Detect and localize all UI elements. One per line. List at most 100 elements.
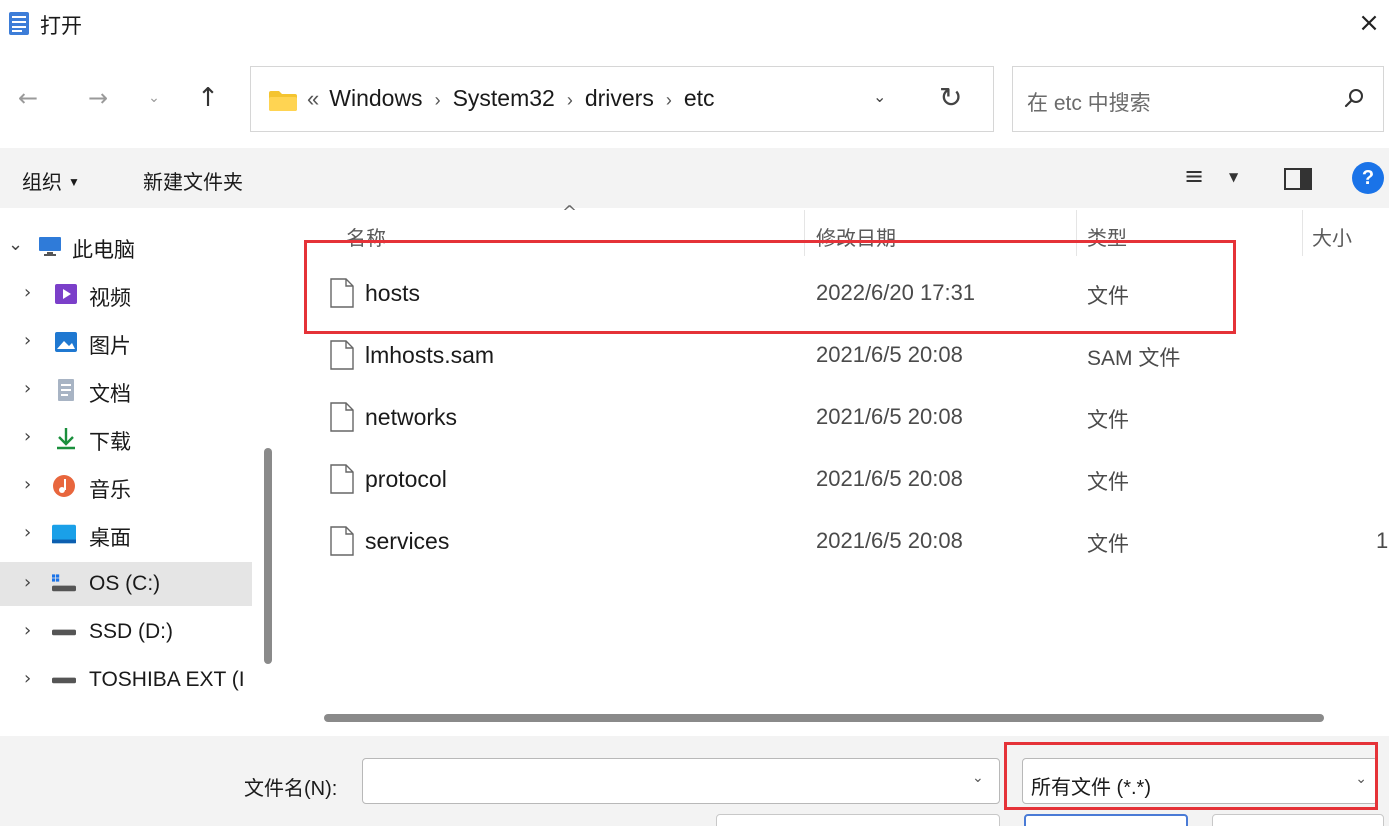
sidebar-item-label: 视频 <box>89 287 131 310</box>
chevron-right-icon[interactable]: › <box>435 90 441 111</box>
music-icon <box>53 475 75 497</box>
search-input[interactable]: 在 etc 中搜索 <box>1012 66 1384 132</box>
breadcrumb-system32[interactable]: System32 <box>453 85 555 112</box>
refresh-icon[interactable]: ↻ <box>939 81 962 114</box>
address-bar[interactable]: « Windows › System32 › drivers › etc ⌄ ↻ <box>250 66 994 132</box>
sidebar-item-ssd-d[interactable]: › SSD (D:) <box>0 610 256 654</box>
notepad-icon <box>9 12 29 35</box>
file-type: 文件 <box>1087 409 1129 432</box>
sidebar-scrollbar-thumb[interactable] <box>264 448 272 664</box>
highlight-box <box>304 240 1236 334</box>
file-size: 1 <box>1376 528 1389 553</box>
breadcrumb-overflow[interactable]: « <box>307 86 319 112</box>
sidebar-item-videos[interactable]: › 视频 <box>0 272 256 316</box>
sort-ascending-icon: ^ <box>562 202 578 223</box>
sidebar-item-documents[interactable]: › 文档 <box>0 368 256 412</box>
sidebar-item-label: OS (C:) <box>89 572 161 595</box>
chevron-right-icon[interactable]: › <box>24 378 31 399</box>
file-modified: 2021/6/5 20:08 <box>816 342 963 367</box>
navigation-pane: ⌄ 此电脑 › 视频 › 图片 › 文档 › 下载 › 音乐 › 桌面 › OS… <box>0 210 256 736</box>
view-options-icon[interactable]: ≡ <box>1184 162 1204 190</box>
chevron-right-icon[interactable]: › <box>666 90 672 111</box>
sidebar-item-label: SSD (D:) <box>89 620 173 643</box>
table-row[interactable]: networks 2021/6/5 20:08 文件 <box>310 392 1389 448</box>
table-row[interactable]: protocol 2021/6/5 20:08 文件 <box>310 454 1389 510</box>
sidebar-item-label: 文档 <box>89 383 131 406</box>
window-title: 打开 <box>40 14 82 38</box>
desktop-icon <box>52 524 76 544</box>
sidebar-item-desktop[interactable]: › 桌面 <box>0 512 256 556</box>
chevron-right-icon[interactable]: › <box>24 522 31 543</box>
sidebar-item-downloads[interactable]: › 下载 <box>0 416 256 460</box>
chevron-right-icon[interactable]: › <box>24 426 31 447</box>
back-arrow-icon[interactable]: ← <box>10 80 46 116</box>
caret-down-icon[interactable]: ▼ <box>1229 170 1238 184</box>
sidebar-item-label: 此电脑 <box>72 239 135 262</box>
preview-pane-icon[interactable] <box>1284 168 1312 190</box>
video-icon <box>55 284 77 304</box>
sidebar-item-this-pc[interactable]: ⌄ 此电脑 <box>0 224 256 268</box>
filename-input[interactable] <box>362 758 1000 804</box>
chevron-down-icon[interactable]: ⌄ <box>8 234 23 255</box>
forward-arrow-icon[interactable]: → <box>80 80 116 116</box>
breadcrumb: « Windows › System32 › drivers › etc <box>307 85 715 112</box>
tools-button[interactable] <box>716 814 1000 826</box>
help-icon[interactable]: ? <box>1352 162 1384 194</box>
recent-locations-chevron-icon[interactable]: ⌄ <box>136 80 172 116</box>
filename-label: 文件名(N): <box>244 778 338 800</box>
file-name: networks <box>365 404 458 430</box>
new-folder-button[interactable]: 新建文件夹 <box>143 166 243 195</box>
file-modified: 2021/6/5 20:08 <box>816 404 963 429</box>
sidebar-item-label: 桌面 <box>89 527 131 550</box>
table-row[interactable]: lmhosts.sam 2021/6/5 20:08 SAM 文件 <box>310 330 1389 386</box>
organize-label: 组织 <box>22 172 62 194</box>
up-arrow-icon[interactable]: ↑ <box>190 80 226 116</box>
file-name: services <box>365 528 450 554</box>
file-name: protocol <box>365 466 447 492</box>
title-bar: 打开 × <box>0 0 1389 46</box>
download-icon <box>57 428 75 450</box>
sidebar-item-pictures[interactable]: › 图片 <box>0 320 256 364</box>
chevron-right-icon[interactable]: › <box>24 474 31 495</box>
column-divider[interactable] <box>1302 210 1303 256</box>
file-modified: 2021/6/5 20:08 <box>816 466 963 491</box>
caret-down-icon: ▼ <box>68 175 80 189</box>
breadcrumb-drivers[interactable]: drivers <box>585 85 654 112</box>
folder-icon <box>269 91 297 111</box>
chevron-right-icon[interactable]: › <box>24 330 31 351</box>
breadcrumb-etc[interactable]: etc <box>684 85 715 112</box>
close-icon[interactable]: × <box>1349 4 1389 42</box>
chevron-right-icon[interactable]: › <box>24 282 31 303</box>
chevron-down-icon[interactable]: ⌄ <box>972 770 984 786</box>
search-icon[interactable] <box>1341 85 1367 111</box>
chevron-right-icon[interactable]: › <box>24 668 31 689</box>
drive-icon <box>52 677 76 684</box>
file-icon <box>330 340 354 370</box>
system-drive-icon <box>52 574 76 592</box>
horizontal-scrollbar-thumb[interactable] <box>324 714 1324 722</box>
file-type: 文件 <box>1087 533 1129 556</box>
file-icon <box>330 464 354 494</box>
drive-icon <box>52 629 76 636</box>
breadcrumb-windows[interactable]: Windows <box>329 85 422 112</box>
column-header-size[interactable]: 大小 <box>1312 222 1352 251</box>
file-name: lmhosts.sam <box>365 342 495 368</box>
open-button[interactable] <box>1024 814 1188 826</box>
chevron-right-icon[interactable]: › <box>567 90 573 111</box>
file-type: 文件 <box>1087 471 1129 494</box>
address-history-chevron-icon[interactable]: ⌄ <box>873 87 886 106</box>
sidebar-item-toshiba[interactable]: › TOSHIBA EXT (I <box>0 658 256 702</box>
monitor-icon <box>39 237 61 256</box>
file-type: SAM 文件 <box>1087 347 1181 370</box>
organize-button[interactable]: 组织 ▼ <box>22 166 80 195</box>
sidebar-item-label: 图片 <box>89 335 131 358</box>
file-icon <box>330 402 354 432</box>
table-row[interactable]: services 2021/6/5 20:08 文件 1 <box>310 516 1389 572</box>
cancel-button[interactable] <box>1212 814 1384 826</box>
file-icon <box>330 526 354 556</box>
chevron-right-icon[interactable]: › <box>24 620 31 641</box>
chevron-right-icon[interactable]: › <box>24 572 31 593</box>
sidebar-item-music[interactable]: › 音乐 <box>0 464 256 508</box>
file-modified: 2021/6/5 20:08 <box>816 528 963 553</box>
sidebar-item-os-c[interactable]: › OS (C:) <box>0 562 252 606</box>
